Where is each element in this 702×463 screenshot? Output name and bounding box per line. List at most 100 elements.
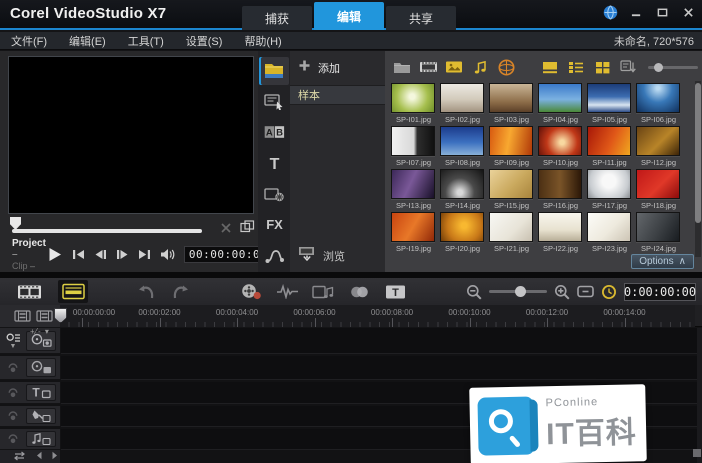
library-item[interactable]: SP-I20.jpg <box>438 211 487 254</box>
library-item[interactable]: SP-I12.jpg <box>634 125 683 168</box>
painting-creator-button[interactable] <box>344 280 374 303</box>
nav-filter-icon[interactable]: FX <box>259 211 289 239</box>
tab-捕获[interactable]: 捕获 <box>242 6 312 30</box>
view-list-icon[interactable] <box>563 56 589 78</box>
library-item[interactable]: SP-I01.jpg <box>389 82 438 125</box>
menu-item[interactable]: 文件(F) <box>0 33 58 49</box>
library-item[interactable]: SP-I11.jpg <box>585 125 634 168</box>
library-item[interactable]: SP-I04.jpg <box>536 82 585 125</box>
nav-title-icon[interactable]: T <box>259 149 289 177</box>
home-button[interactable] <box>72 249 85 260</box>
subtitle-editor-button[interactable]: T <box>380 280 410 303</box>
timeline-timecode[interactable]: 0:00:00:00 <box>624 283 696 301</box>
thumbnail-image[interactable] <box>538 126 582 156</box>
enlarge-preview-icon[interactable] <box>240 220 255 238</box>
all-tracks-icon[interactable] <box>14 310 31 322</box>
tab-编辑[interactable]: 编辑 <box>314 2 384 30</box>
library-item[interactable]: SP-I23.jpg <box>585 211 634 254</box>
menu-item[interactable]: 编辑(E) <box>58 33 117 49</box>
title-track-icon[interactable]: T <box>26 384 56 401</box>
clock-icon[interactable] <box>601 284 617 300</box>
sort-icon[interactable] <box>616 56 642 78</box>
thumbnail-image[interactable] <box>489 126 533 156</box>
thumbnail-image[interactable] <box>440 169 484 199</box>
filmstrip-icon[interactable] <box>415 56 441 78</box>
nav-media-library-icon[interactable] <box>259 57 289 85</box>
library-item[interactable]: SP-I08.jpg <box>438 125 487 168</box>
timeline-view-button[interactable] <box>58 280 88 303</box>
library-item[interactable]: SP-I22.jpg <box>536 211 585 254</box>
timeline-scroll-gutter[interactable] <box>697 328 702 463</box>
library-item[interactable]: SP-I09.jpg <box>487 125 536 168</box>
globe-360-icon[interactable] <box>494 56 520 78</box>
menu-item[interactable]: 帮助(H) <box>233 33 292 49</box>
library-scrollbar[interactable] <box>695 81 701 257</box>
thumbnail-image[interactable] <box>636 83 680 113</box>
track-add-remove-tools[interactable]: +⁄- ▾ <box>30 327 50 336</box>
thumbnail-image[interactable] <box>538 212 582 242</box>
storyboard-view-button[interactable] <box>14 280 44 303</box>
library-item[interactable]: SP-I24.jpg <box>634 211 683 254</box>
library-item[interactable]: SP-I13.jpg <box>389 168 438 211</box>
overlay-track-toggle[interactable] <box>0 363 26 373</box>
record-capture-button[interactable] <box>236 280 266 303</box>
close-button[interactable] <box>680 4 696 20</box>
browse-button[interactable]: 浏览 <box>298 246 345 266</box>
thumbnail-image[interactable] <box>391 212 435 242</box>
thumbnail-image[interactable] <box>538 169 582 199</box>
thumbnail-size-slider[interactable] <box>648 66 698 69</box>
view-thumbs-icon[interactable] <box>537 56 563 78</box>
thumbnail-image[interactable] <box>636 212 680 242</box>
thumbnail-image[interactable] <box>440 83 484 113</box>
tab-共享[interactable]: 共享 <box>386 6 456 30</box>
thumbnail-image[interactable] <box>636 126 680 156</box>
library-item[interactable]: SP-I05.jpg <box>585 82 634 125</box>
photo-icon[interactable] <box>441 56 467 78</box>
trim-cut-icon[interactable] <box>220 221 232 239</box>
timeline-zoom-slider[interactable] <box>489 290 547 293</box>
project-mode-toggle[interactable]: Project – <box>12 238 46 260</box>
library-item[interactable]: SP-I21.jpg <box>487 211 536 254</box>
music-icon[interactable] <box>467 56 493 78</box>
music-track-icon[interactable] <box>26 431 56 447</box>
fit-project-icon[interactable] <box>577 285 594 298</box>
thumbnail-image[interactable] <box>538 83 582 113</box>
view-grid-icon[interactable] <box>589 56 615 78</box>
library-item[interactable]: SP-I06.jpg <box>634 82 683 125</box>
thumbnail-image[interactable] <box>489 83 533 113</box>
voice-track-icon[interactable] <box>26 408 56 424</box>
sound-mixer-button[interactable] <box>272 280 302 303</box>
undo-button[interactable] <box>130 280 160 303</box>
thumbnail-image[interactable] <box>391 83 435 113</box>
thumbnail-image[interactable] <box>391 169 435 199</box>
thumbnail-image[interactable] <box>587 169 631 199</box>
library-item[interactable]: SP-I17.jpg <box>585 168 634 211</box>
thumbnail-image[interactable] <box>391 126 435 156</box>
prev-frame-button[interactable] <box>94 249 107 260</box>
volume-icon[interactable] <box>160 248 176 261</box>
swap-tracks-icon[interactable] <box>12 451 27 461</box>
library-item[interactable]: SP-I14.jpg <box>438 168 487 211</box>
corel-help-icon[interactable] <box>602 4 618 20</box>
library-item[interactable]: SP-I19.jpg <box>389 211 438 254</box>
library-item[interactable]: SP-I03.jpg <box>487 82 536 125</box>
thumbnail-image[interactable] <box>440 126 484 156</box>
preview-screen[interactable] <box>8 56 254 214</box>
clip-mode-toggle[interactable]: Clip – <box>12 261 46 271</box>
library-item[interactable]: SP-I10.jpg <box>536 125 585 168</box>
library-item[interactable]: SP-I15.jpg <box>487 168 536 211</box>
minimize-button[interactable] <box>628 4 644 20</box>
thumbnail-image[interactable] <box>587 126 631 156</box>
library-item[interactable]: SP-I02.jpg <box>438 82 487 125</box>
thumbnail-image[interactable] <box>489 169 533 199</box>
scrubber-track[interactable] <box>12 229 202 233</box>
thumbnail-image[interactable] <box>636 169 680 199</box>
auto-music-button[interactable] <box>308 280 338 303</box>
menu-item[interactable]: 设置(S) <box>175 33 234 49</box>
nav-instant-project-icon[interactable] <box>259 88 289 116</box>
nav-graphic-icon[interactable] <box>259 180 289 208</box>
timeline-ruler[interactable]: 00:00:00:0000:00:02:0000:00:04:0000:00:0… <box>60 305 695 327</box>
resize-corner[interactable] <box>693 449 701 457</box>
library-item[interactable]: SP-I16.jpg <box>536 168 585 211</box>
redo-button[interactable] <box>166 280 196 303</box>
